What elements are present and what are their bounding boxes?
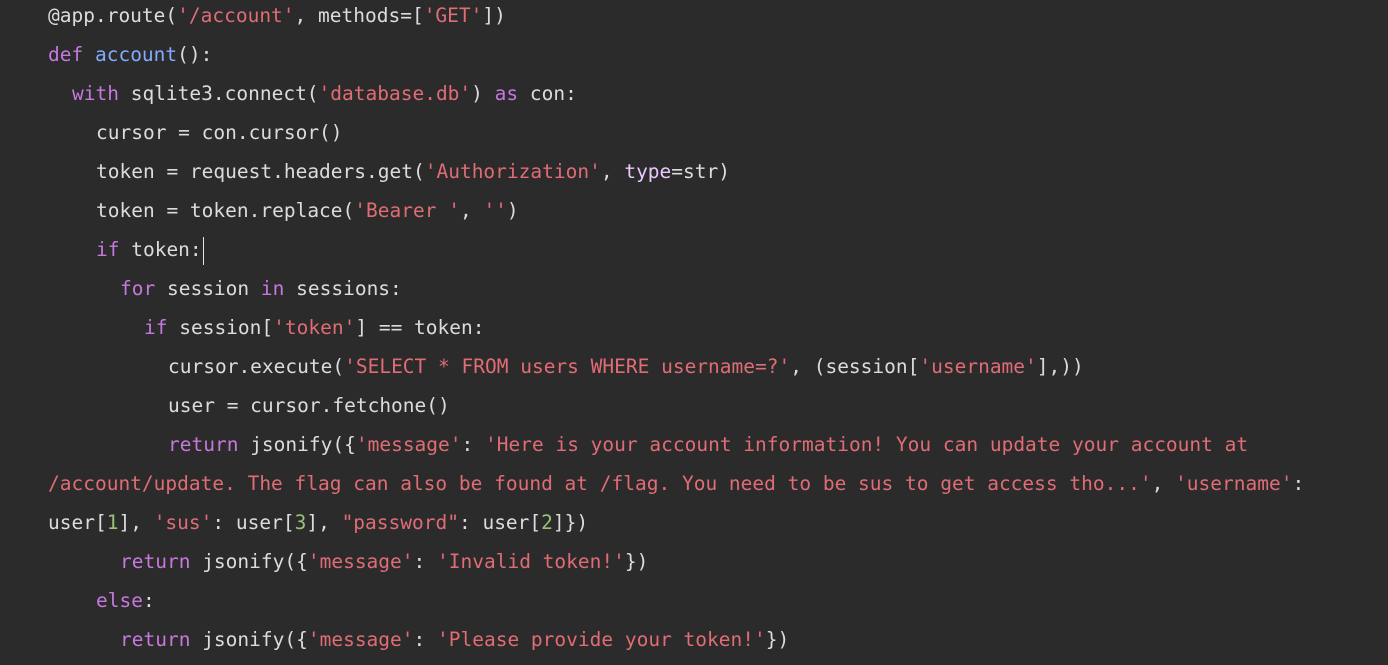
code-token-string: 'database.db' bbox=[318, 82, 472, 105]
code-token-number: 2 bbox=[541, 511, 553, 534]
code-token-plain: @app.route( bbox=[48, 4, 178, 27]
code-line[interactable]: token = request.headers.get('Authorizati… bbox=[96, 152, 730, 191]
code-token-plain: session[ bbox=[167, 316, 274, 339]
code-token-plain: : bbox=[1292, 472, 1305, 495]
code-editor[interactable]: @app.route('/account', methods=['GET']) d… bbox=[0, 0, 1388, 665]
code-token-plain: : bbox=[413, 550, 438, 573]
code-token-plain: (): bbox=[177, 43, 213, 66]
code-token-string: 'Bearer ' bbox=[354, 199, 460, 222]
code-token-plain: sessions: bbox=[284, 277, 402, 300]
code-line[interactable]: /account/update. The flag can also be fo… bbox=[48, 464, 1304, 503]
code-token-plain: : bbox=[142, 589, 155, 612]
code-token-plain: : bbox=[413, 628, 438, 651]
code-token-plain: , (session[ bbox=[790, 355, 920, 378]
code-token-plain: token: bbox=[119, 238, 202, 261]
code-token-plain: con: bbox=[518, 82, 577, 105]
code-token-keyword: if bbox=[96, 238, 120, 261]
code-token-number: 1 bbox=[106, 511, 119, 534]
code-token-plain: }) bbox=[624, 550, 649, 573]
code-token-plain: cursor.execute( bbox=[168, 355, 345, 378]
code-token-plain: user[ bbox=[48, 511, 107, 534]
code-token-plain: ], bbox=[118, 511, 154, 534]
code-token-plain: : user[ bbox=[212, 511, 295, 534]
code-token-plain: ]}) bbox=[552, 511, 589, 534]
code-token-string: 'Here is your account information! You c… bbox=[485, 433, 1249, 456]
code-token-plain: jsonify({ bbox=[202, 550, 308, 573]
code-line[interactable]: token = token.replace('Bearer ', '') bbox=[96, 191, 519, 230]
code-token-keyword: as bbox=[494, 82, 519, 105]
code-token-plain: ] == token: bbox=[355, 316, 485, 339]
code-token-plain: ) bbox=[506, 199, 519, 222]
code-token-string: 'message' bbox=[307, 628, 414, 651]
code-token-param: type bbox=[624, 160, 672, 183]
code-token-string: 'Please provide your token!' bbox=[437, 628, 766, 651]
code-line[interactable]: if session['token'] == token: bbox=[144, 308, 484, 347]
code-token-string: 'username' bbox=[919, 355, 1037, 378]
code-token-string: 'message' bbox=[307, 550, 414, 573]
code-token-string: 'GET' bbox=[423, 4, 483, 27]
code-token-plain: : bbox=[461, 433, 486, 456]
code-token-plain: ) bbox=[471, 82, 495, 105]
code-token-string: '/account' bbox=[177, 4, 295, 27]
code-token-string: 'Invalid token!' bbox=[437, 550, 625, 573]
code-token-keyword: return bbox=[120, 550, 203, 573]
code-token-plain: , methods=[ bbox=[294, 4, 424, 27]
code-line[interactable]: user = cursor.fetchone() bbox=[168, 386, 450, 425]
code-token-plain: =str) bbox=[671, 160, 730, 183]
code-token-keyword: with bbox=[72, 82, 131, 105]
code-token-keyword: return bbox=[120, 628, 203, 651]
code-token-plain: jsonify({ bbox=[202, 628, 308, 651]
code-token-plain: user = cursor.fetchone() bbox=[168, 394, 450, 417]
code-token-string: "password" bbox=[341, 511, 459, 534]
code-token-plain: ], bbox=[306, 511, 342, 534]
code-line[interactable]: if token: bbox=[96, 230, 204, 269]
code-line[interactable]: with sqlite3.connect('database.db') as c… bbox=[72, 74, 577, 113]
code-token-keyword: else bbox=[96, 589, 143, 612]
code-token-string: '' bbox=[483, 199, 507, 222]
code-line[interactable]: @app.route('/account', methods=['GET']) bbox=[48, 0, 506, 35]
code-line[interactable]: else: bbox=[96, 581, 155, 620]
code-line[interactable]: def account(): bbox=[48, 35, 212, 74]
code-token-keyword: return bbox=[168, 433, 251, 456]
code-token-plain: session bbox=[155, 277, 261, 300]
code-token-string: 'message' bbox=[355, 433, 462, 456]
code-token-func: account bbox=[94, 43, 178, 66]
code-token-string: 'token' bbox=[273, 316, 356, 339]
code-token-keyword: def bbox=[48, 43, 95, 66]
code-token-plain: cursor = con.cursor() bbox=[96, 121, 343, 144]
code-line[interactable]: return jsonify({'message': 'Invalid toke… bbox=[120, 542, 648, 581]
code-line[interactable]: return jsonify({'message': 'Here is your… bbox=[168, 425, 1248, 464]
text-cursor bbox=[202, 236, 204, 265]
code-line[interactable]: user[1], 'sus': user[3], "password": use… bbox=[48, 503, 588, 542]
code-token-plain: token = request.headers.get( bbox=[96, 160, 425, 183]
code-token-string: 'SELECT * FROM users WHERE username=?' bbox=[344, 355, 791, 378]
code-token-plain: , bbox=[1151, 472, 1176, 495]
code-token-keyword: if bbox=[144, 316, 168, 339]
code-token-number: 3 bbox=[294, 511, 307, 534]
code-token-plain: sqlite3.connect( bbox=[130, 82, 319, 105]
code-token-plain: token = token.replace( bbox=[96, 199, 355, 222]
code-token-plain: jsonify({ bbox=[250, 433, 356, 456]
code-token-string: /account/update. The flag can also be fo… bbox=[48, 472, 1152, 495]
code-token-plain: }) bbox=[765, 628, 790, 651]
code-line[interactable]: cursor = con.cursor() bbox=[96, 113, 343, 152]
code-line[interactable]: return jsonify({'message': 'Please provi… bbox=[120, 620, 789, 659]
code-line[interactable]: for session in sessions: bbox=[120, 269, 402, 308]
code-token-plain: , bbox=[459, 199, 484, 222]
code-token-string: 'Authorization' bbox=[424, 160, 601, 183]
code-token-plain: ],)) bbox=[1036, 355, 1084, 378]
code-token-plain: , bbox=[600, 160, 625, 183]
code-token-plain: : user[ bbox=[458, 511, 542, 534]
code-token-string: 'username' bbox=[1175, 472, 1293, 495]
code-token-keyword: in bbox=[260, 277, 285, 300]
code-token-plain: ]) bbox=[482, 4, 506, 27]
code-line[interactable]: cursor.execute('SELECT * FROM users WHER… bbox=[168, 347, 1084, 386]
code-token-string: 'sus' bbox=[153, 511, 213, 534]
code-token-keyword: for bbox=[120, 277, 156, 300]
